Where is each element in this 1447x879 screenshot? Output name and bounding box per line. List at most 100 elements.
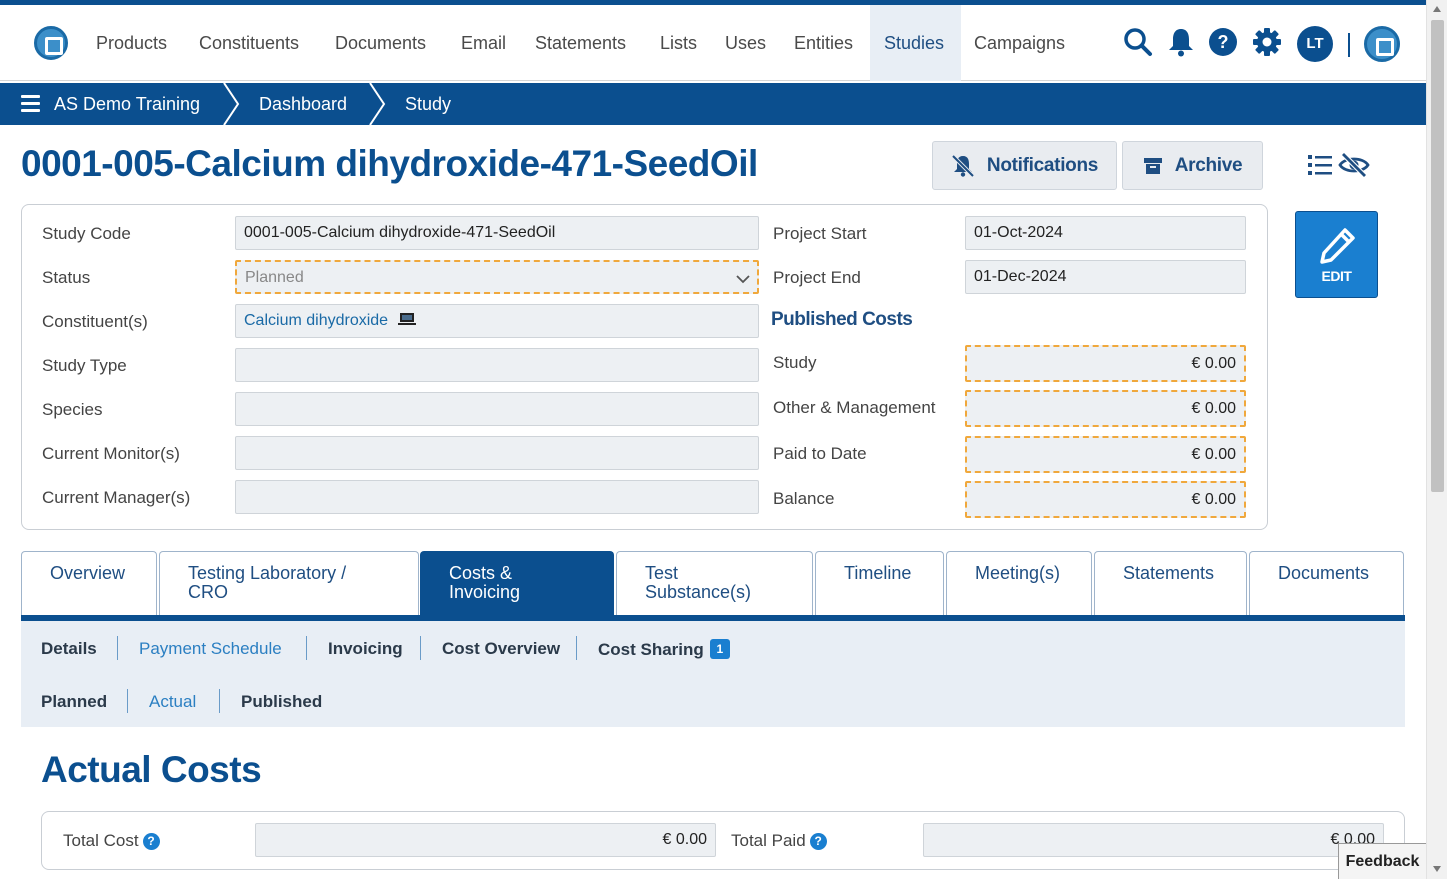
- nav-entities[interactable]: Entities: [780, 5, 867, 81]
- constituents-field: Calcium dihydroxide: [235, 304, 759, 338]
- subnav-published[interactable]: Published: [241, 692, 322, 712]
- nav-divider: [1348, 33, 1350, 57]
- project-end-field: 01-Dec-2024: [965, 260, 1246, 294]
- project-start-field: 01-Oct-2024: [965, 216, 1246, 250]
- nav-lists[interactable]: Lists: [646, 5, 711, 81]
- subnav-details[interactable]: Details: [41, 639, 97, 659]
- field-label-balance: Balance: [773, 489, 835, 508]
- total-paid-field: € 0.00: [923, 823, 1384, 857]
- subnav-divider: [306, 636, 307, 660]
- scroll-down-arrow-icon[interactable]: [1433, 866, 1441, 872]
- notifications-label: Notifications: [986, 154, 1099, 176]
- app-logo[interactable]: [34, 26, 68, 60]
- list-view-icon[interactable]: [1308, 154, 1332, 176]
- subnav-invoicing[interactable]: Invoicing: [328, 639, 403, 659]
- cost-sharing-count-badge: 1: [709, 639, 730, 659]
- published-costs-heading: Published Costs: [771, 309, 913, 330]
- tab-statements[interactable]: Statements: [1094, 551, 1247, 617]
- field-label-species: Species: [42, 400, 103, 419]
- total-cost-help-icon[interactable]: ?: [142, 833, 160, 850]
- breadcrumb-chevron-icon: [369, 83, 386, 125]
- breadcrumb-item-dashboard[interactable]: Dashboard: [259, 83, 347, 125]
- laptop-icon[interactable]: [397, 311, 417, 327]
- scroll-up-arrow-icon[interactable]: [1433, 6, 1441, 12]
- nav-documents[interactable]: Documents: [321, 5, 440, 81]
- hamburger-menu-icon[interactable]: [21, 95, 40, 112]
- archive-label: Archive: [1174, 154, 1243, 176]
- page-title: 0001-005-Calcium dihydroxide-471-SeedOil: [21, 143, 758, 184]
- cost-sharing-label: Cost Sharing: [598, 640, 704, 659]
- top-nav: Products Constituents Documents Email St…: [0, 5, 1426, 81]
- study-type-field: [235, 348, 759, 382]
- gear-icon[interactable]: [1251, 26, 1283, 58]
- nav-studies[interactable]: Studies: [870, 5, 961, 81]
- tab-testing-laboratory-cro[interactable]: Testing Laboratory / CRO: [159, 551, 419, 617]
- status-value: Planned: [245, 269, 304, 286]
- field-label-paid-to-date: Paid to Date: [773, 444, 867, 463]
- help-icon[interactable]: ?: [1207, 26, 1239, 58]
- constituent-link[interactable]: Calcium dihydroxide: [244, 312, 388, 329]
- subnav-planned[interactable]: Planned: [41, 692, 107, 712]
- tab-documents[interactable]: Documents: [1249, 551, 1404, 617]
- other-management-cost-field: € 0.00: [965, 390, 1246, 427]
- edit-label: EDIT: [1321, 268, 1352, 284]
- field-label-study-cost: Study: [773, 353, 817, 372]
- total-paid-label-wrap: Total Paid?: [731, 831, 827, 851]
- pencil-icon: [1320, 228, 1355, 264]
- subnav-divider: [219, 689, 220, 713]
- nav-campaigns[interactable]: Campaigns: [960, 5, 1079, 81]
- nav-statements[interactable]: Statements: [521, 5, 640, 81]
- study-cost-field: € 0.00: [965, 345, 1246, 382]
- species-field: [235, 392, 759, 426]
- breadcrumb-item-organization[interactable]: AS Demo Training: [54, 83, 200, 125]
- field-label-study-code: Study Code: [42, 224, 131, 243]
- eye-slash-icon[interactable]: [1338, 152, 1370, 178]
- scrollbar-thumb[interactable]: [1431, 20, 1444, 492]
- subnav-actual[interactable]: Actual: [149, 692, 196, 712]
- archive-button[interactable]: Archive: [1122, 141, 1263, 190]
- total-cost-label-wrap: Total Cost?: [63, 831, 160, 851]
- field-label-constituents: Constituent(s): [42, 312, 148, 331]
- nav-uses[interactable]: Uses: [711, 5, 780, 81]
- field-label-study-type: Study Type: [42, 356, 127, 375]
- current-managers-field: [235, 480, 759, 514]
- subnav-divider: [420, 636, 421, 660]
- tab-timeline[interactable]: Timeline: [815, 551, 944, 617]
- subnav-divider: [117, 636, 118, 660]
- total-paid-help-icon[interactable]: ?: [809, 833, 827, 850]
- chevron-down-icon: [736, 275, 750, 284]
- field-label-current-managers: Current Manager(s): [42, 488, 191, 507]
- total-paid-label: Total Paid: [731, 831, 806, 850]
- app-switcher-icon[interactable]: [1364, 26, 1400, 62]
- current-monitors-field: [235, 436, 759, 470]
- user-avatar[interactable]: LT: [1297, 26, 1333, 62]
- field-label-project-end: Project End: [773, 268, 861, 287]
- total-cost-label: Total Cost: [63, 831, 139, 850]
- subnav-cost-sharing[interactable]: Cost Sharing 1: [598, 639, 730, 660]
- tab-costs-invoicing[interactable]: Costs & Invoicing: [420, 551, 614, 617]
- bell-off-icon: [951, 154, 975, 177]
- actual-costs-title: Actual Costs: [41, 749, 262, 790]
- study-code-field: 0001-005-Calcium dihydroxide-471-SeedOil: [235, 216, 759, 250]
- status-select[interactable]: Planned: [235, 260, 759, 294]
- nav-constituents[interactable]: Constituents: [185, 5, 313, 81]
- edit-button[interactable]: EDIT: [1295, 211, 1378, 298]
- nav-products[interactable]: Products: [82, 5, 181, 81]
- notifications-button[interactable]: Notifications: [932, 141, 1117, 190]
- breadcrumb-chevron-icon: [223, 83, 240, 125]
- nav-email[interactable]: Email: [447, 5, 520, 81]
- feedback-button[interactable]: Feedback: [1338, 843, 1427, 879]
- tab-test-substances[interactable]: Test Substance(s): [616, 551, 813, 617]
- help-glyph: ?: [1209, 28, 1237, 56]
- page-scrollbar[interactable]: [1426, 0, 1447, 879]
- field-label-other-management: Other & Management: [773, 398, 936, 417]
- total-cost-field: € 0.00: [255, 823, 716, 857]
- tab-overview[interactable]: Overview: [21, 551, 157, 617]
- search-icon[interactable]: [1122, 26, 1154, 58]
- subnav-cost-overview[interactable]: Cost Overview: [442, 639, 560, 659]
- bell-icon[interactable]: [1165, 26, 1197, 58]
- subnav-payment-schedule[interactable]: Payment Schedule: [139, 639, 282, 659]
- tab-meetings[interactable]: Meeting(s): [946, 551, 1092, 617]
- paid-to-date-field: € 0.00: [965, 436, 1246, 473]
- field-label-project-start: Project Start: [773, 224, 867, 243]
